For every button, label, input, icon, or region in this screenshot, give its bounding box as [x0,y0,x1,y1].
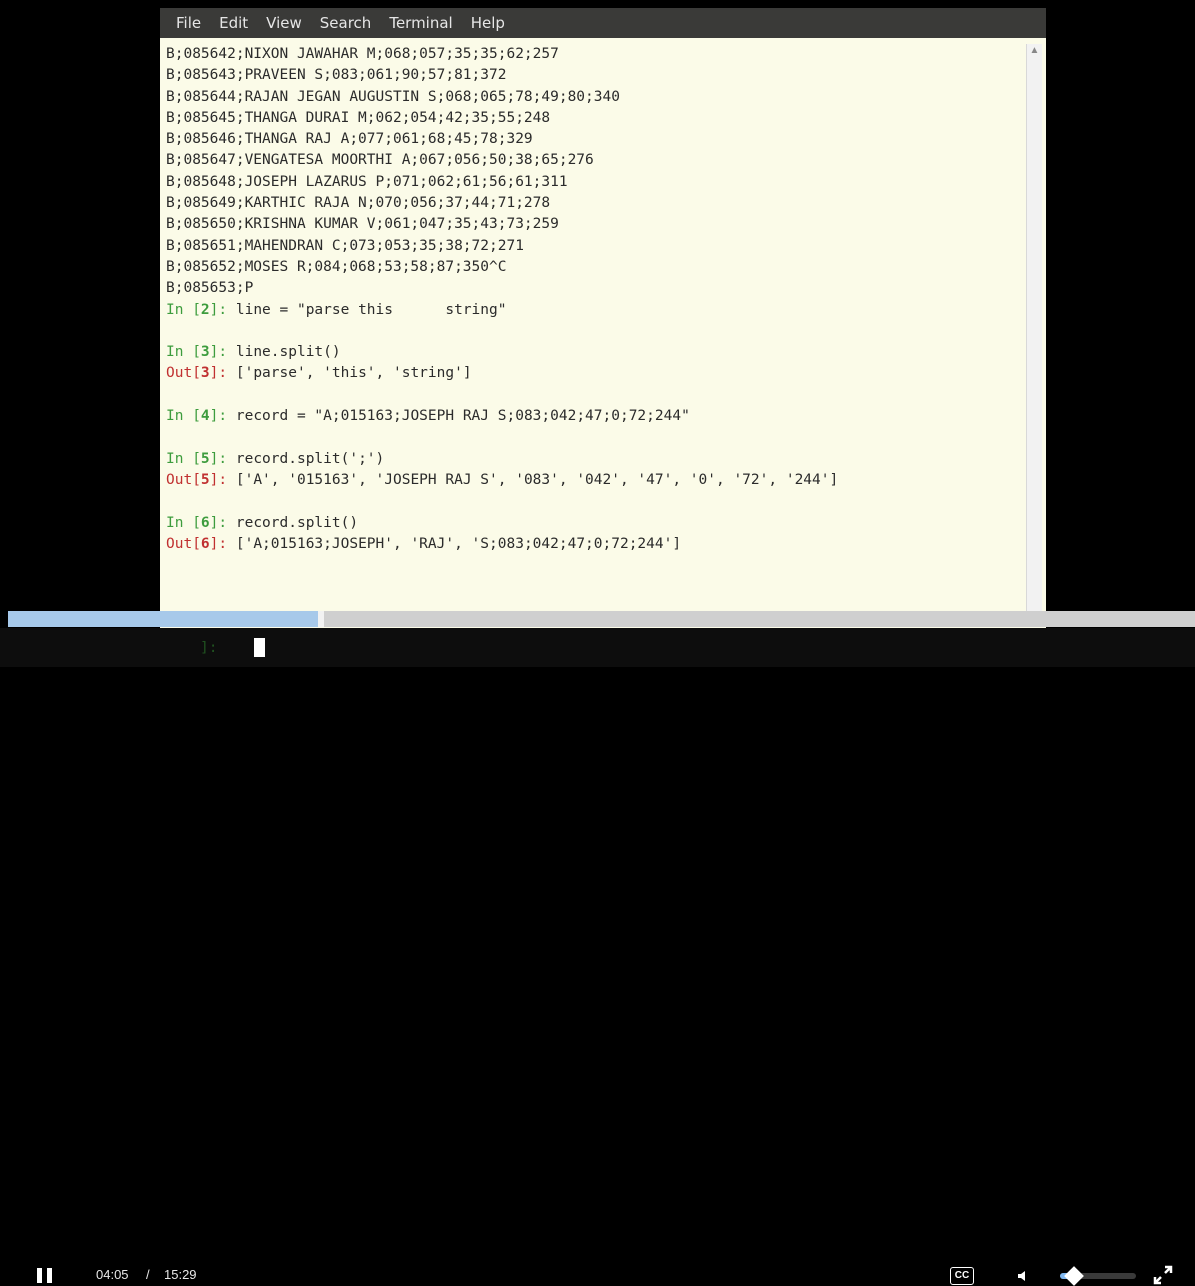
menu-view[interactable]: View [266,14,302,32]
player-controls: 04:05 / 15:29 CC [0,628,1195,1286]
pause-button[interactable] [37,1268,53,1283]
terminal-line: B;085650;KRISHNA KUMAR V;061;047;35;43;7… [166,216,559,233]
volume-knob[interactable] [1063,1266,1084,1286]
terminal-line: B;085647;VENGATESA MOORTHI A;067;056;50;… [166,152,594,169]
code-text: ['A;015163;JOSEPH', 'RAJ', 'S;083;042;47… [235,535,682,552]
output-prompt: Out[6]: [166,535,236,552]
code-text: record.split() [235,514,359,531]
menu-terminal[interactable]: Terminal [389,14,452,32]
progress-fill [8,611,322,627]
volume-icon[interactable] [1016,1268,1032,1284]
code-text: line = "parse this string" [235,301,507,318]
terminal-line: B;085651;MAHENDRAN C;073;053;35;38;72;27… [166,237,524,254]
input-prompt: In [5]: [166,450,236,467]
closed-captions-button[interactable]: CC [950,1267,974,1285]
time-separator: / [146,1267,150,1282]
code-text: record = "A;015163;JOSEPH RAJ S;083;042;… [235,408,690,425]
terminal-scrollbar[interactable]: ▲ [1026,44,1042,622]
terminal-line: In [5]: record.split(';') [166,449,1022,470]
terminal-menubar: File Edit View Search Terminal Help [160,8,1046,38]
terminal-line: In [4]: record = "A;015163;JOSEPH RAJ S;… [166,406,1022,427]
menu-file[interactable]: File [176,14,201,32]
terminal-line: B;085646;THANGA RAJ A;077;061;68;45;78;3… [166,131,533,148]
input-prompt: In [3]: [166,344,236,361]
terminal-line: B;085644;RAJAN JEGAN AUGUSTIN S;068;065;… [166,88,620,105]
output-prompt: Out[5]: [166,471,236,488]
code-text: line.split() [235,344,341,361]
terminal-line: B;085649;KARTHIC RAJA N;070;056;37;44;71… [166,195,551,212]
pause-icon [37,1268,42,1283]
fullscreen-icon[interactable] [1152,1264,1174,1286]
total-time: 15:29 [164,1267,197,1282]
menu-help[interactable]: Help [471,14,505,32]
terminal-line: In [6]: record.split() [166,513,1022,534]
terminal-line: B;085645;THANGA DURAI M;062;054;42;35;55… [166,109,551,126]
code-text: ['parse', 'this', 'string'] [235,365,472,382]
terminal-line: Out[6]: ['A;015163;JOSEPH', 'RAJ', 'S;08… [166,534,1022,555]
terminal-line: B;085643;PRAVEEN S;083;061;90;57;81;372 [166,67,507,84]
terminal-line: Out[5]: ['A', '015163', 'JOSEPH RAJ S', … [166,470,1022,491]
terminal-content: B;085642;NIXON JAWAHAR M;068;057;35;35;6… [166,44,1022,555]
menu-search[interactable]: Search [320,14,372,32]
code-text: record.split(';') [235,450,385,467]
video-frame[interactable]: File Edit View Search Terminal Help B;085642;… [0,0,1195,667]
scroll-up-arrow-icon[interactable]: ▲ [1027,44,1042,58]
input-prompt: In [4]: [166,408,236,425]
output-prompt: Out[3]: [166,365,236,382]
current-time: 04:05 [96,1267,129,1282]
terminal-line: In [3]: line.split() [166,342,1022,363]
progress-knob[interactable] [318,611,325,627]
input-prompt: In [6]: [166,514,236,531]
input-prompt: In [2]: [166,301,236,318]
terminal-line: In [2]: line = "parse this string" [166,300,1022,321]
menu-edit[interactable]: Edit [219,14,248,32]
ghost-prompt: ]: [200,640,218,656]
code-text: ['A', '015163', 'JOSEPH RAJ S', '083', '… [235,471,839,488]
terminal-window: File Edit View Search Terminal Help B;085642;… [160,8,1046,628]
terminal-cursor [254,638,265,657]
terminal-line: B;085642;NIXON JAWAHAR M;068;057;35;35;6… [166,46,559,62]
terminal-line: B;085648;JOSEPH LAZARUS P;071;062;61;56;… [166,173,568,190]
terminal-line: B;085653;P [166,280,254,297]
terminal-line: B;085652;MOSES R;084;068;53;58;87;350^C [166,258,507,275]
terminal-line: Out[3]: ['parse', 'this', 'string'] [166,363,1022,384]
